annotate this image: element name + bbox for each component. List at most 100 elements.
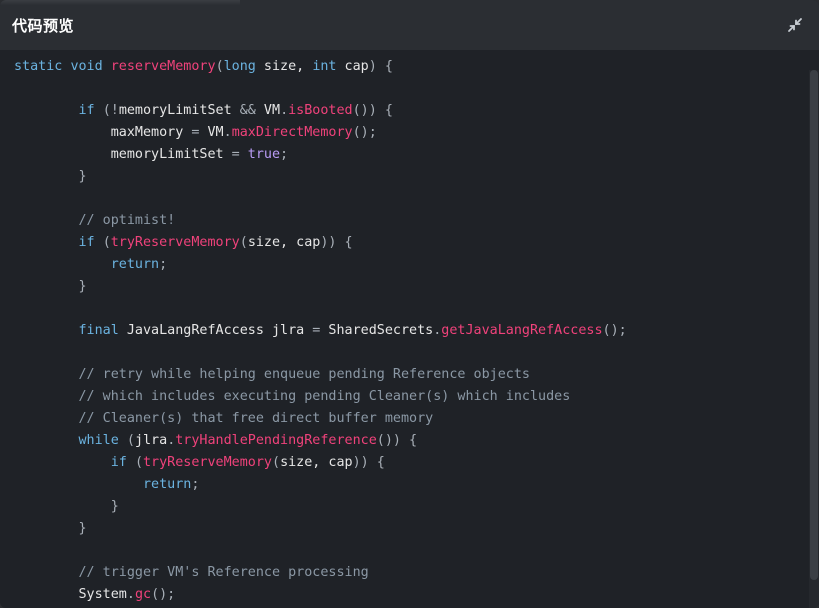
code-line: maxMemory = VM.maxDirectMemory(); [14,122,807,144]
code-token: ; [159,257,168,272]
code-block: static void reserveMemory(long size, int… [14,56,807,606]
code-token: JavaLangRefAccess jlra [118,323,313,338]
code-token: } [110,499,119,514]
code-token: ()) { [352,103,393,118]
code-token: (); [151,587,176,602]
scrollbar-thumb[interactable] [810,70,818,580]
code-token: // retry while helping enqueue pending R… [78,367,530,382]
code-line: memoryLimitSet = true; [14,144,807,166]
code-token: // trigger VM's Reference processing [78,565,369,580]
code-token: System [14,587,127,602]
code-line: if (tryReserveMemory(size, cap)) { [14,232,807,254]
code-token: && [239,103,256,118]
code-token: true [247,147,281,162]
code-token: = [231,147,240,162]
code-token: ; [280,147,289,162]
code-token: size, [255,59,313,74]
code-line: return; [14,254,807,276]
code-line: // optimist! [14,210,807,232]
code-token: } [78,169,87,184]
code-token: if [110,455,127,470]
code-token: ( [215,59,224,74]
code-token: ( [239,235,248,250]
code-token: ( [102,235,111,250]
code-token: )) { [320,235,353,250]
code-token: long [223,59,256,74]
code-line: // which includes executing pending Clea… [14,386,807,408]
code-token: VM [255,103,281,118]
code-token: memoryLimitSet [14,147,232,162]
code-token: if [78,235,95,250]
code-line: final JavaLangRefAccess jlra = SharedSec… [14,320,807,342]
code-token: ( [126,433,135,448]
code-line: } [14,166,807,188]
code-line: System.gc(); [14,584,807,606]
code-line: while (jlra.tryHandlePendingReference())… [14,430,807,452]
panel-title: 代码预览 [12,16,75,35]
code-token: memoryLimitSet [118,103,240,118]
code-line: static void reserveMemory(long size, int… [14,56,807,78]
code-token: tryReserveMemory [110,235,240,250]
top-strip [0,0,240,5]
code-token: return [110,257,160,272]
code-line: // Cleaner(s) that free direct buffer me… [14,408,807,430]
code-token: . [280,103,289,118]
code-token: if [78,103,95,118]
code-token: maxDirectMemory [231,125,353,140]
code-line: if (tryReserveMemory(size, cap)) { [14,452,807,474]
code-token: size, cap [280,455,353,470]
code-line: // retry while helping enqueue pending R… [14,364,807,386]
code-token: return [143,477,192,492]
code-token: (! [102,103,119,118]
code-token: ( [272,455,281,470]
panel-header: 代码预览 [0,0,819,50]
code-token: } [78,279,87,294]
collapse-arrows-icon[interactable] [785,15,805,35]
code-token: size, cap [247,235,321,250]
code-token: cap [336,59,369,74]
code-line: if (!memoryLimitSet && VM.isBooted()) { [14,100,807,122]
code-token: isBooted [288,103,353,118]
code-token: int [312,59,337,74]
code-token: } [78,521,87,536]
code-token: . [223,125,232,140]
code-token: ) { [368,59,393,74]
code-token: gc [134,587,152,602]
code-token: )) { [352,455,385,470]
code-token: while [78,433,119,448]
code-token: ()) { [376,433,418,448]
code-token: // Cleaner(s) that free direct buffer me… [78,411,434,426]
code-token: ( [134,455,143,470]
code-line: } [14,496,807,518]
vertical-scrollbar[interactable] [809,70,819,608]
code-token: tryHandlePendingReference [175,433,377,448]
code-token: VM [199,125,224,140]
code-line: } [14,276,807,298]
code-line: } [14,518,807,540]
code-line: // trigger VM's Reference processing [14,562,807,584]
